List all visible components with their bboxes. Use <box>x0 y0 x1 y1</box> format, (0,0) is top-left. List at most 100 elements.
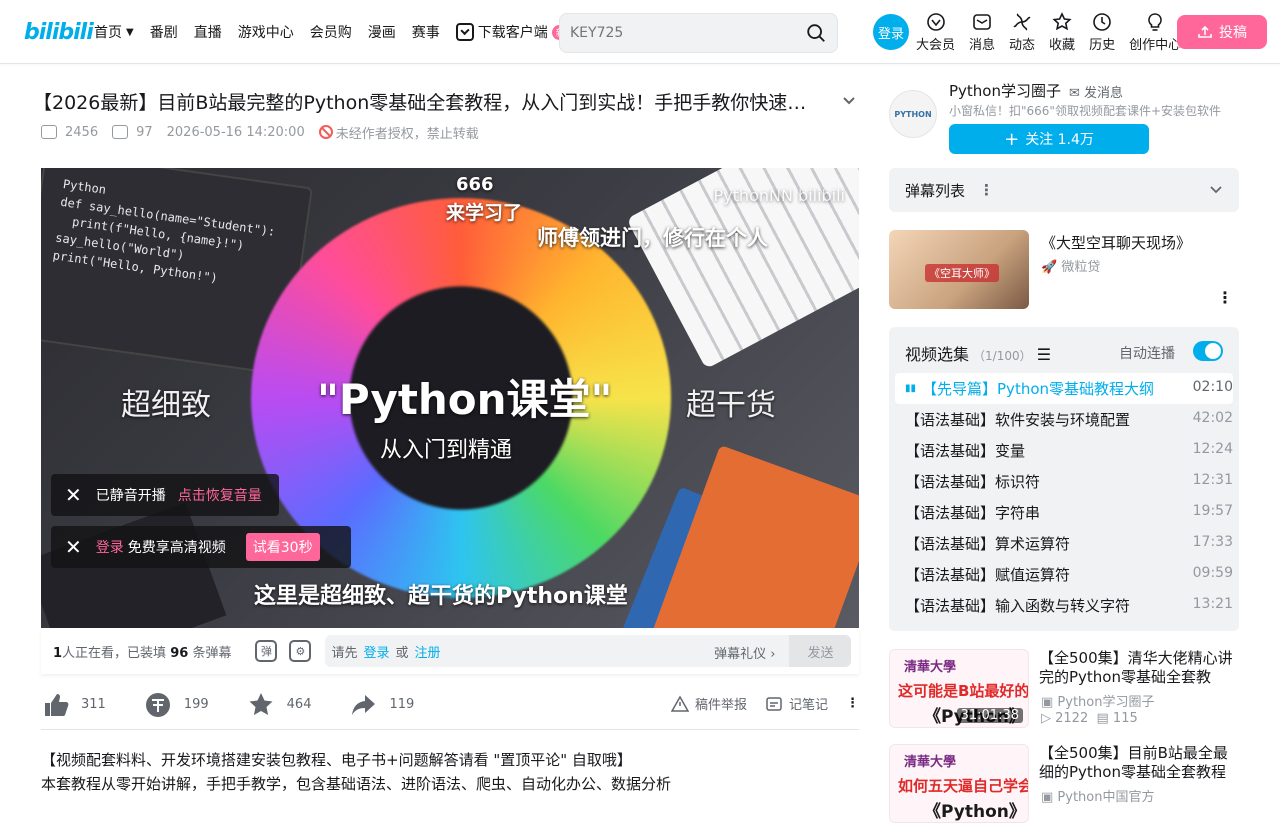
ad-source-label: 微粒贷 <box>1061 260 1101 275</box>
ad-title: 《大型空耳聊天现场》 <box>1041 234 1192 252</box>
more-options-icon[interactable]: ⋮ <box>979 181 994 199</box>
entry-creator-label: 创作中心 <box>1129 38 1182 53</box>
playlist-item[interactable]: 【语法基础】输入函数与转义字符 13:21 <box>895 590 1233 621</box>
close-icon[interactable]: ✕ <box>65 483 82 507</box>
playlist-item[interactable]: 【语法基础】字符串 19:57 <box>895 497 1233 528</box>
nav-manga[interactable]: 漫画 <box>368 22 396 42</box>
input-register-link[interactable]: 注册 <box>415 642 441 661</box>
playlist-item[interactable]: 【语法基础】算术运算符 17:33 <box>895 528 1233 559</box>
favorite-count: 464 <box>286 697 312 712</box>
playlist-item-title: 【语法基础】赋值运算符 <box>905 566 1071 584</box>
upload-button[interactable]: 投稿 <box>1177 15 1267 49</box>
nav-home[interactable]: 首页 ▼ <box>94 22 134 42</box>
playlist-panel: 视频选集 （1/100） ☰ 自动连播 ▮▮ 【先导篇】Python零基础教程大纲 0… <box>889 327 1239 631</box>
ad-source: 🚀 微粒贷 <box>1041 260 1101 275</box>
recommend-danmaku: 115 <box>1112 711 1138 726</box>
playlist-title: 视频选集 （1/100） ☰ <box>905 341 1051 365</box>
playlist-item[interactable]: 【语法基础】标识符 12:31 <box>895 466 1233 497</box>
playlist-item-title: 【语法基础】变量 <box>905 442 1026 460</box>
nav-mall[interactable]: 会员购 <box>310 22 352 42</box>
bilibili-logo[interactable]: bilibili <box>24 18 94 46</box>
video-bottom-caption: 这里是超细致、超干货的Python课堂 <box>254 584 628 609</box>
uploader-name[interactable]: Python学习圈子 <box>949 80 1061 101</box>
ad-card[interactable]: 《空耳大师》 《大型空耳聊天现场》 🚀 微粒贷 ⋮ <box>889 230 1239 310</box>
entry-creator-center[interactable]: 创作中心 <box>1129 12 1181 56</box>
nav-match[interactable]: 赛事 <box>412 22 440 42</box>
search-box <box>559 13 838 53</box>
recommend-uploader-name: Python学习圈子 <box>1057 695 1155 710</box>
entry-favorites-label: 收藏 <box>1049 38 1076 53</box>
autoplay-toggle[interactable] <box>1193 341 1223 361</box>
ad-image-tag: 《空耳大师》 <box>925 264 999 282</box>
recommend-card[interactable]: 清華大學 这可能是B站最好的 《Python》 31:01:38 【全500集】… <box>889 649 1239 735</box>
playlist-item-duration: 17:33 <box>1192 534 1233 550</box>
entry-history[interactable]: 历史 <box>1089 12 1115 56</box>
thumb-duration: 31:01:38 <box>956 708 1023 723</box>
search-icon[interactable] <box>805 22 827 44</box>
entry-vip[interactable]: 大会员 <box>916 12 955 56</box>
video-main-title: "Python课堂" <box>317 375 613 424</box>
danmaku-count-value: 97 <box>136 124 153 140</box>
close-icon[interactable]: ✕ <box>65 535 82 559</box>
danmaku-settings-icon[interactable]: ⚙ <box>289 640 312 662</box>
search-input[interactable] <box>570 22 790 44</box>
recommend-uploader: ▣ Python中国官方 <box>1041 790 1155 805</box>
video-right-text: 超干货 <box>686 388 776 423</box>
nav-live[interactable]: 直播 <box>194 22 222 42</box>
entry-dynamic[interactable]: 动态 <box>1009 12 1035 56</box>
report-button[interactable]: 稿件举报 <box>670 694 747 713</box>
danmaku-count: 97 <box>112 125 153 140</box>
playlist-item[interactable]: 【语法基础】变量 12:24 <box>895 435 1233 466</box>
coin-count: 199 <box>183 697 209 712</box>
video-title: 【2026最新】目前B站最完整的Python零基础全套教程，从入门到实战！手把手… <box>33 92 823 114</box>
notes-button[interactable]: 记笔记 <box>765 694 828 713</box>
code-snippet: Python def say_hello(name="Student"): pr… <box>52 176 277 286</box>
entry-vip-label: 大会员 <box>916 38 956 53</box>
video-info-bar: 2456 97 2026-05-16 14:20:00 未经作者授权，禁止转载 <box>41 122 493 142</box>
recommend-stats: ▷ 2122 ▤ 115 <box>1041 711 1138 726</box>
ban-icon <box>318 125 333 139</box>
restore-volume-link[interactable]: 点击恢复音量 <box>178 485 262 505</box>
chevron-down-icon[interactable] <box>841 92 857 108</box>
entry-message[interactable]: 消息 <box>969 12 995 56</box>
input-login-link[interactable]: 登录 <box>363 642 389 661</box>
more-menu-icon[interactable]: ⋮ <box>846 696 859 711</box>
danmaku-etiquette-link[interactable]: 弹幕礼仪 › <box>714 643 775 662</box>
more-options-icon[interactable]: ⋮ <box>1217 288 1233 307</box>
entry-favorites[interactable]: 收藏 <box>1049 12 1075 56</box>
danmaku-input[interactable]: 请先 登录 或 注册 弹幕礼仪 › 发送 <box>325 635 852 667</box>
playlist-item[interactable]: ▮▮ 【先导篇】Python零基础教程大纲 02:10 <box>895 373 1233 404</box>
video-player[interactable]: Python def say_hello(name="Student"): pr… <box>41 168 859 628</box>
send-danmaku-button[interactable]: 发送 <box>789 635 852 667</box>
danmaku-toggle-icon[interactable]: 弹 <box>255 640 278 662</box>
nav-bangumi[interactable]: 番剧 <box>150 22 178 42</box>
recommend-card[interactable]: 清華大學 如何五天逼自己学会 《Python》 【全500集】目前B站最全最细的… <box>889 744 1239 830</box>
follow-button[interactable]: + 关注 1.4万 <box>949 124 1149 154</box>
playlist-item[interactable]: 【语法基础】软件安装与环境配置 42:02 <box>895 404 1233 435</box>
like-count: 311 <box>81 697 106 712</box>
nav-game-center[interactable]: 游戏中心 <box>238 22 294 42</box>
nav-home-label: 首页 <box>94 25 122 41</box>
video-watermark: PythonNN bilibili <box>713 186 845 205</box>
input-prefix: 请先 <box>331 645 358 661</box>
like-button[interactable]: 311 <box>41 691 106 719</box>
try-30s-button[interactable]: 试看30秒 <box>245 533 320 561</box>
danmaku-list-header[interactable]: 弹幕列表 ⋮ <box>889 168 1239 212</box>
share-count: 119 <box>389 697 415 712</box>
recommend-plays: 2122 <box>1055 711 1089 726</box>
coin-button[interactable]: 199 <box>144 691 209 719</box>
play-count-value: 2456 <box>65 124 99 140</box>
favorite-button[interactable]: 464 <box>247 691 312 719</box>
uploader-avatar[interactable]: PYTHON <box>889 90 937 138</box>
nav-download-client[interactable]: 下载客户端 新 <box>455 22 569 42</box>
send-message-label: 发消息 <box>1084 86 1124 101</box>
upload-icon <box>1198 25 1212 38</box>
share-button[interactable]: 119 <box>349 691 414 719</box>
login-avatar-button[interactable]: 登录 <box>873 14 909 50</box>
playlist-item[interactable]: 【语法基础】赋值运算符 09:59 <box>895 559 1233 590</box>
hd-login-link[interactable]: 登录 <box>96 537 124 557</box>
chevron-down-icon: ▼ <box>126 26 134 38</box>
list-icon[interactable]: ☰ <box>1037 345 1051 364</box>
autoplay-label: 自动连播 <box>1119 346 1175 362</box>
send-message-link[interactable]: ✉ 发消息 <box>1069 82 1123 101</box>
